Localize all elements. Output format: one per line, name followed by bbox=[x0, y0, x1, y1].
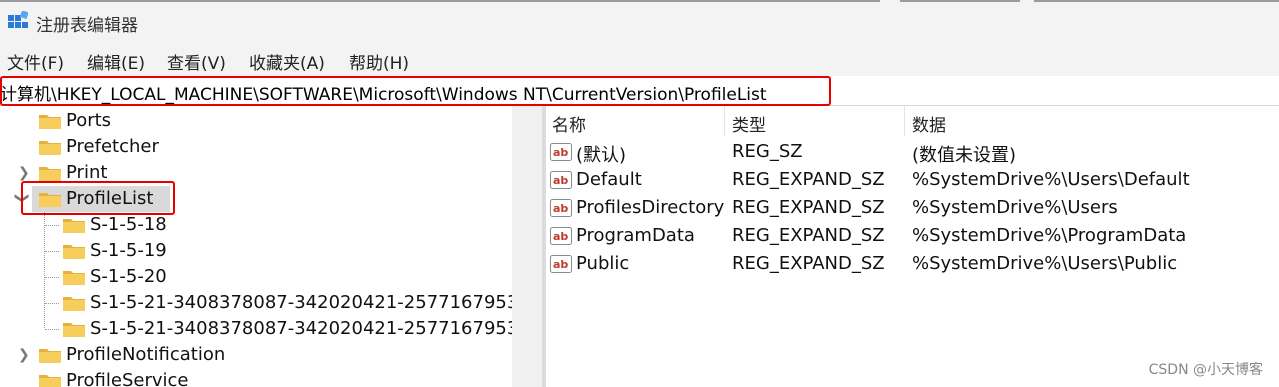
string-value-icon: ab bbox=[550, 199, 572, 217]
title-bar-edge-left bbox=[0, 0, 880, 2]
chevron-right-icon[interactable]: ❯ bbox=[18, 347, 30, 363]
svg-text:ab: ab bbox=[553, 258, 568, 271]
value-data: %SystemDrive%\ProgramData bbox=[912, 225, 1187, 246]
column-header-data[interactable]: 数据 bbox=[912, 111, 946, 136]
column-header-type[interactable]: 类型 bbox=[732, 111, 766, 136]
tree-item[interactable]: S-1-5-20 bbox=[0, 264, 512, 290]
tree-item-label: Print bbox=[66, 162, 108, 183]
tree-item[interactable]: Ports bbox=[0, 108, 512, 134]
svg-text:ab: ab bbox=[553, 202, 568, 215]
string-value-icon: ab bbox=[550, 143, 572, 161]
value-data: %SystemDrive%\Users\Public bbox=[912, 253, 1178, 274]
tree-item-label: S-1-5-21-3408378087-342020421-2577167953 bbox=[90, 292, 512, 313]
tree-item[interactable]: S-1-5-21-3408378087-342020421-2577167953 bbox=[0, 316, 512, 342]
folder-icon bbox=[63, 219, 85, 233]
tree-item-label: S-1-5-18 bbox=[90, 214, 167, 235]
value-data: %SystemDrive%\Users bbox=[912, 197, 1118, 218]
title-bar-edge-mid bbox=[900, 0, 1020, 2]
tree-item-label: Ports bbox=[66, 110, 112, 131]
folder-icon bbox=[63, 297, 85, 311]
value-row[interactable]: ab ProfilesDirectory REG_EXPAND_SZ %SystemD… bbox=[546, 194, 1279, 222]
column-header-name[interactable]: 名称 bbox=[552, 111, 586, 136]
value-row[interactable]: ab ProgramData REG_EXPAND_SZ %SystemDrive%\… bbox=[546, 222, 1279, 250]
tree-item-label: S-1-5-20 bbox=[90, 266, 167, 287]
chevron-right-icon[interactable]: ❯ bbox=[18, 165, 30, 181]
tree-connector bbox=[45, 303, 59, 304]
values-pane: 名称 类型 数据 ab (默认) REG_SZ (数值未设置) ab Default REG… bbox=[546, 106, 1279, 387]
value-type: REG_EXPAND_SZ bbox=[732, 253, 885, 274]
tree-item[interactable]: ❯ ProfileNotification bbox=[0, 342, 512, 368]
string-value-icon: ab bbox=[550, 227, 572, 245]
folder-icon bbox=[39, 349, 61, 363]
tree-item-label: S-1-5-21-3408378087-342020421-2577167953 bbox=[90, 318, 512, 339]
folder-icon bbox=[63, 323, 85, 337]
string-value-icon: ab bbox=[550, 255, 572, 273]
folder-icon bbox=[63, 245, 85, 259]
column-separator[interactable] bbox=[904, 106, 905, 136]
address-highlight-box bbox=[0, 76, 831, 106]
folder-icon bbox=[39, 141, 61, 155]
value-row[interactable]: ab Default REG_EXPAND_SZ %SystemDrive%\User… bbox=[546, 166, 1279, 194]
key-tree: Ports Prefetcher ❯ Print ❯ ProfileList S-1-5-1… bbox=[0, 106, 512, 387]
tree-connector bbox=[45, 277, 59, 278]
tree-item-label: Prefetcher bbox=[66, 136, 159, 157]
menu-view[interactable]: 查看(V) bbox=[167, 49, 226, 74]
value-type: REG_EXPAND_SZ bbox=[732, 225, 885, 246]
watermark: CSDN @小天博客 bbox=[1148, 362, 1263, 378]
value-data: %SystemDrive%\Users\Default bbox=[912, 169, 1190, 190]
folder-icon bbox=[39, 115, 61, 129]
tree-connector bbox=[45, 225, 59, 226]
string-value-icon: ab bbox=[550, 171, 572, 189]
folder-icon bbox=[39, 375, 61, 387]
tree-item-label: ProfileService bbox=[66, 370, 189, 387]
title-bar-edge-right bbox=[1034, 0, 1279, 2]
tree-item[interactable]: S-1-5-19 bbox=[0, 238, 512, 264]
value-row[interactable]: ab (默认) REG_SZ (数值未设置) bbox=[546, 138, 1279, 166]
tree-item-label: S-1-5-19 bbox=[90, 240, 167, 261]
column-separator[interactable] bbox=[724, 106, 725, 136]
tree-scrollbar[interactable] bbox=[512, 106, 542, 387]
profilelist-highlight-box bbox=[21, 181, 175, 215]
value-type: REG_EXPAND_SZ bbox=[732, 169, 885, 190]
folder-icon bbox=[63, 271, 85, 285]
menu-favorites[interactable]: 收藏夹(A) bbox=[249, 49, 325, 74]
menu-help[interactable]: 帮助(H) bbox=[349, 49, 409, 74]
tree-item[interactable]: S-1-5-18 bbox=[0, 212, 512, 238]
svg-text:ab: ab bbox=[553, 174, 568, 187]
svg-text:ab: ab bbox=[553, 146, 568, 159]
menu-edit[interactable]: 编辑(E) bbox=[87, 49, 145, 74]
value-type: REG_EXPAND_SZ bbox=[732, 197, 885, 218]
folder-icon bbox=[39, 167, 61, 181]
value-name: Public bbox=[576, 253, 630, 274]
menu-file[interactable]: 文件(F) bbox=[7, 49, 64, 74]
value-row[interactable]: ab Public REG_EXPAND_SZ %SystemDrive%\Users… bbox=[546, 250, 1279, 278]
title-bar: 注册表编辑器 bbox=[0, 0, 1279, 42]
tree-item-label: ProfileNotification bbox=[66, 344, 226, 365]
registry-editor-icon bbox=[8, 11, 28, 28]
svg-text:ab: ab bbox=[553, 230, 568, 243]
value-data: (数值未设置) bbox=[912, 145, 1017, 166]
value-name: ProgramData bbox=[576, 225, 695, 246]
tree-item[interactable]: S-1-5-21-3408378087-342020421-2577167953 bbox=[0, 290, 512, 316]
value-name: ProfilesDirectory bbox=[576, 197, 725, 218]
value-name: (默认) bbox=[576, 145, 627, 166]
tree-item[interactable]: ProfileService bbox=[0, 368, 512, 387]
tree-connector bbox=[45, 329, 59, 330]
tree-item[interactable]: Prefetcher bbox=[0, 134, 512, 160]
value-type: REG_SZ bbox=[732, 141, 803, 162]
window-title: 注册表编辑器 bbox=[36, 16, 138, 36]
menu-bar: 文件(F) 编辑(E) 查看(V) 收藏夹(A) 帮助(H) bbox=[0, 42, 1279, 76]
tree-connector bbox=[45, 251, 59, 252]
value-name: Default bbox=[576, 169, 642, 190]
